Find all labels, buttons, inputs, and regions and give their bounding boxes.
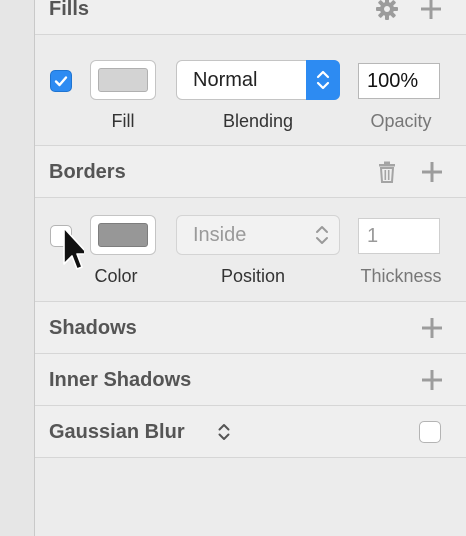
fill-color-swatch [98, 68, 148, 92]
border-color-well[interactable] [90, 215, 156, 255]
borders-header: Borders [35, 146, 466, 198]
gaussian-blur-header: Gaussian Blur [35, 406, 466, 458]
inspector-panel: Fills Normal 100% Fill Blending Opacity … [35, 0, 466, 536]
gaussian-blur-title[interactable]: Gaussian Blur [49, 406, 185, 458]
mouse-cursor-icon [63, 227, 84, 270]
shadows-title: Shadows [49, 317, 137, 339]
fill-label: Fill [111, 111, 135, 131]
gaussian-blur-checkbox[interactable] [419, 421, 441, 443]
opacity-input[interactable]: 100% [358, 63, 440, 99]
add-inner-shadow-plus-icon[interactable] [418, 354, 446, 406]
fill-enabled-checkbox[interactable] [50, 70, 72, 92]
blending-select[interactable]: Normal [176, 60, 340, 100]
gear-icon[interactable] [373, 0, 401, 35]
shadows-header: Shadows [35, 302, 466, 354]
blur-type-chevron-icon[interactable] [212, 406, 236, 458]
trash-icon[interactable] [373, 146, 401, 198]
left-gutter [0, 0, 35, 536]
position-value: Inside [193, 224, 247, 246]
blending-label: Blending [222, 111, 294, 131]
position-select[interactable]: Inside [176, 215, 340, 255]
border-color-swatch [98, 223, 148, 247]
thickness-input[interactable]: 1 [358, 218, 440, 254]
position-label: Position [220, 266, 286, 286]
checkmark-icon [54, 76, 68, 87]
blending-value: Normal [193, 69, 258, 91]
color-label: Color [94, 266, 138, 286]
up-down-chevron-icon [316, 226, 328, 244]
add-shadow-plus-icon[interactable] [418, 302, 446, 354]
up-down-chevron-icon [316, 70, 330, 90]
add-fill-plus-icon[interactable] [417, 0, 445, 35]
add-border-plus-icon[interactable] [418, 146, 446, 198]
fill-color-well[interactable] [90, 60, 156, 100]
fills-title: Fills [49, 0, 90, 20]
thickness-label: Thickness [360, 266, 442, 286]
fills-row: Normal 100% Fill Blending Opacity [35, 35, 466, 146]
fills-header: Fills [35, 0, 466, 35]
inner-shadows-header: Inner Shadows [35, 354, 466, 406]
borders-title: Borders [49, 161, 126, 183]
position-stepper[interactable] [309, 216, 335, 254]
inner-shadows-title: Inner Shadows [49, 369, 192, 391]
blending-stepper[interactable] [306, 60, 340, 100]
opacity-label: Opacity [370, 111, 432, 131]
borders-row: Inside 1 Color Position Thickness [35, 198, 466, 302]
